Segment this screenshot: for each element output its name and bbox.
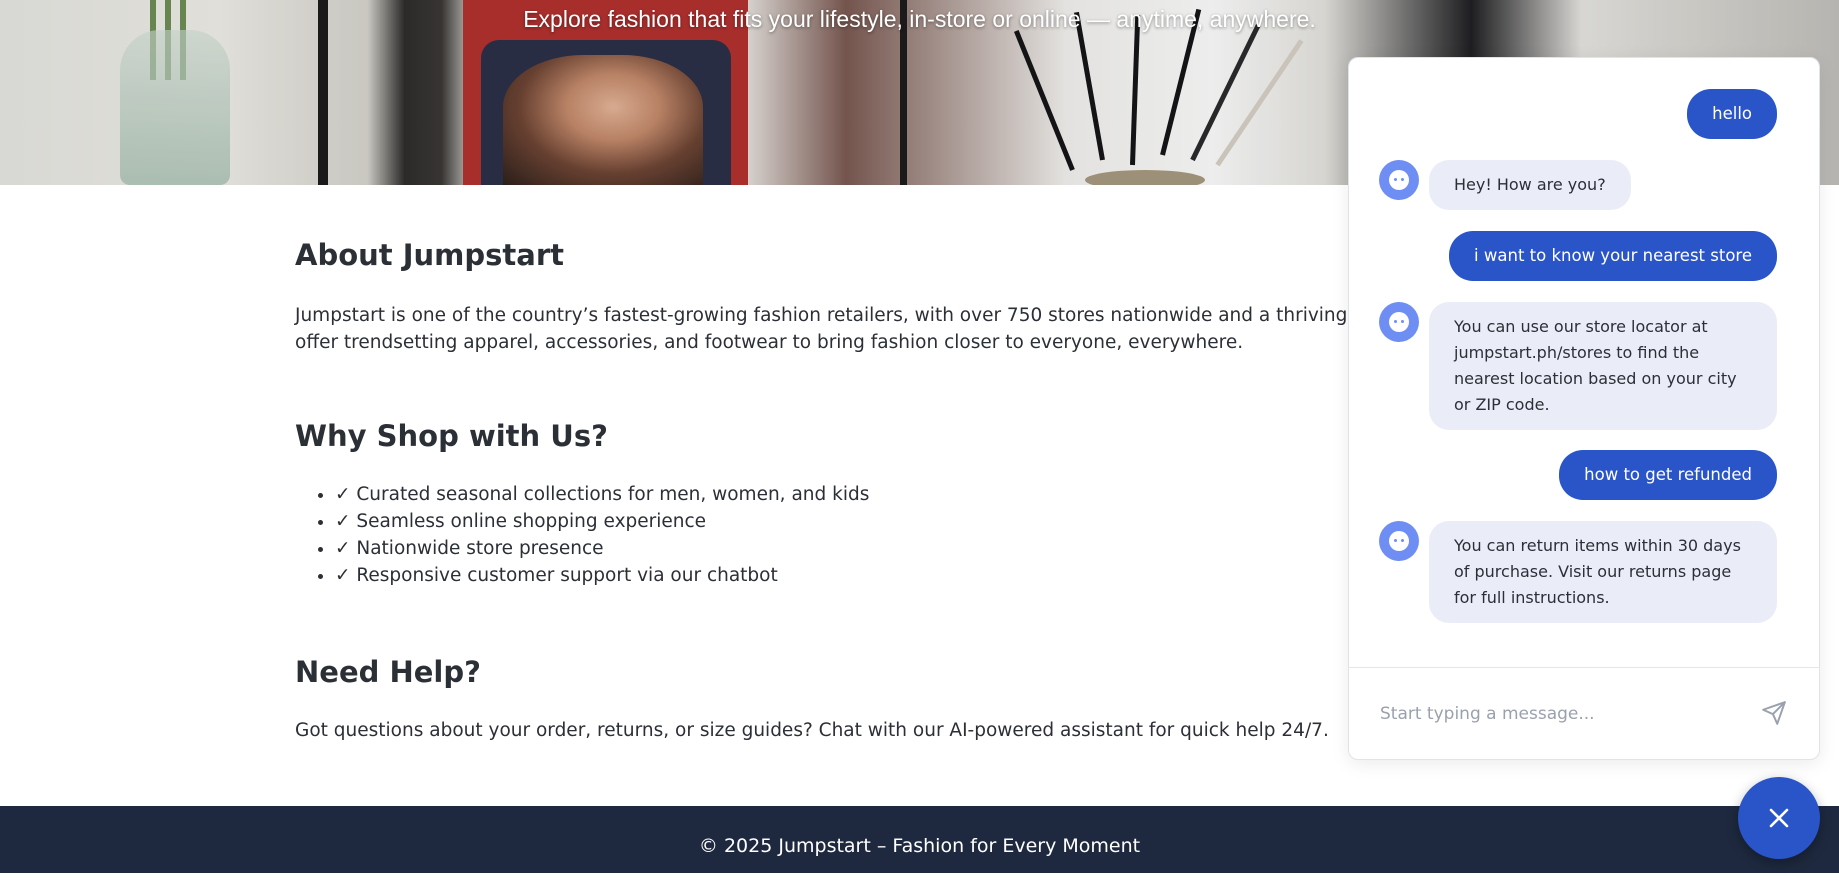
list-item: ✓ Seamless online shopping experience: [335, 508, 869, 535]
chat-window: hello Hey! How are you? i want to know y…: [1348, 57, 1820, 760]
paper-plane-icon: [1762, 701, 1786, 725]
user-message: how to get refunded: [1559, 450, 1777, 500]
bot-face-icon: [1379, 302, 1419, 342]
bot-message: Hey! How are you?: [1429, 160, 1631, 210]
about-heading: About Jumpstart: [295, 238, 565, 272]
bot-face-icon: [1379, 160, 1419, 200]
list-item: ✓ Curated seasonal collections for men, …: [335, 481, 869, 508]
help-text: Got questions about your order, returns,…: [295, 720, 1329, 741]
message-input[interactable]: [1378, 698, 1742, 730]
hero-tagline: Explore fashion that fits your lifestyle…: [523, 6, 1316, 32]
bot-message: You can use our store locator at jumpsta…: [1429, 302, 1777, 430]
bot-message: You can return items within 30 days of p…: [1429, 521, 1777, 623]
help-heading: Need Help?: [295, 655, 481, 689]
send-button[interactable]: [1761, 700, 1791, 728]
chat-divider: [1349, 667, 1819, 668]
about-text-line-2: offer trendsetting apparel, accessories,…: [295, 332, 1244, 353]
user-message: hello: [1687, 89, 1777, 139]
why-heading: Why Shop with Us?: [295, 419, 608, 453]
close-chat-button[interactable]: [1738, 777, 1820, 859]
bot-face-icon: [1379, 521, 1419, 561]
close-icon: [1769, 808, 1789, 828]
footer: © 2025 Jumpstart – Fashion for Every Mom…: [0, 806, 1839, 873]
list-item: ✓ Nationwide store presence: [335, 535, 869, 562]
user-message: i want to know your nearest store: [1449, 231, 1777, 281]
benefits-list: ✓ Curated seasonal collections for men, …: [295, 481, 869, 589]
footer-copyright: © 2025 Jumpstart – Fashion for Every Mom…: [698, 835, 1141, 857]
list-item: ✓ Responsive customer support via our ch…: [335, 562, 869, 589]
